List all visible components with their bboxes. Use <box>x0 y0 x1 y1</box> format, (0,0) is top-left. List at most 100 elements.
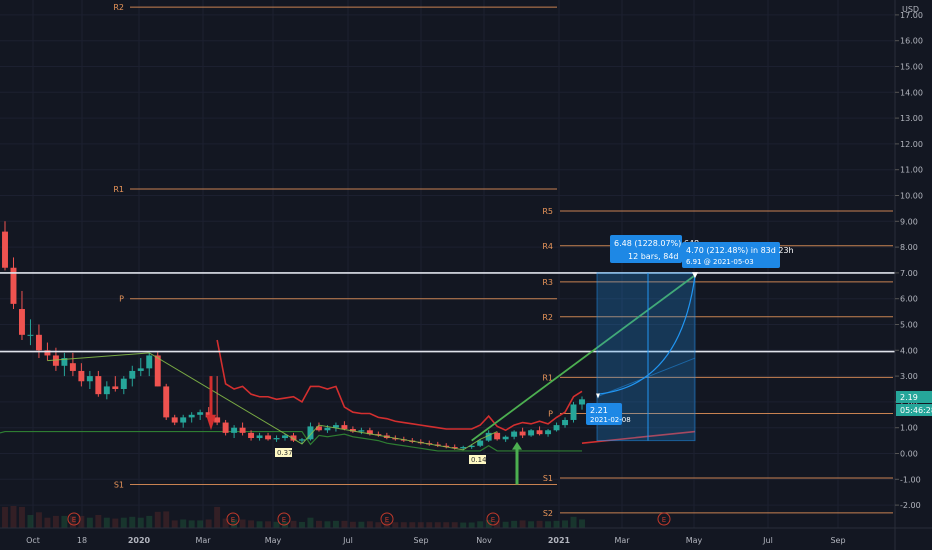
y-tick-label: 1.00 <box>900 424 918 433</box>
x-tick-label: Mar <box>195 536 211 545</box>
volume-bar <box>324 521 331 528</box>
volume-bar <box>129 516 136 528</box>
earnings-event-label: E <box>385 516 389 524</box>
chart-background <box>0 0 932 550</box>
volume-bar <box>375 522 382 528</box>
candle-body <box>146 355 153 369</box>
candle-body <box>256 435 263 439</box>
volume-bar <box>239 519 246 528</box>
y-tick-label: 16.00 <box>900 37 923 46</box>
price-note-value: 2.21 <box>590 406 608 415</box>
x-tick-label: Sep <box>830 536 845 545</box>
candle-body <box>103 386 110 395</box>
volume-bar <box>19 506 25 528</box>
pivot-label-right: R3 <box>542 278 553 287</box>
candle-body <box>154 355 161 387</box>
candle-body <box>494 432 501 440</box>
candle-body <box>171 417 178 423</box>
volume-bar <box>273 521 280 528</box>
projection-info-line2: 6.91 @ 2021-05-03 <box>686 258 754 266</box>
pivot-label-right: S2 <box>543 509 553 518</box>
volume-bar <box>400 522 407 528</box>
candle-body <box>19 309 25 335</box>
candle-body <box>273 438 280 440</box>
volume-bar <box>2 506 8 528</box>
volume-bar <box>417 522 424 528</box>
candle-body <box>511 431 518 437</box>
volume-bar <box>256 521 263 528</box>
low-label: 0.37 <box>277 449 293 457</box>
volume-bar <box>307 517 314 528</box>
volume-bar <box>103 517 110 528</box>
y-tick-label: 8.00 <box>900 243 918 252</box>
volume-bar <box>409 522 416 528</box>
volume-bar <box>52 515 59 528</box>
candle-body <box>214 417 221 423</box>
volume-bar <box>146 515 153 528</box>
earnings-event-label: E <box>72 516 76 524</box>
y-tick-label: 5.00 <box>900 321 918 330</box>
volume-bar <box>502 521 509 528</box>
candle-body <box>341 425 348 429</box>
volume-bar <box>112 518 119 528</box>
candle-body <box>528 430 535 436</box>
x-tick-label: Nov <box>476 536 492 545</box>
y-tick-label: 0.00 <box>900 450 918 459</box>
volume-bar <box>188 520 195 528</box>
x-tick-label: Jul <box>762 536 773 545</box>
candle-body <box>324 427 331 431</box>
volume-bar <box>579 519 585 528</box>
volume-bar <box>392 522 399 528</box>
earnings-event-label: E <box>282 516 286 524</box>
pivot-label-right: R5 <box>542 207 553 216</box>
y-tick-label: -2.00 <box>900 501 921 510</box>
x-tick-label: Sep <box>413 536 428 545</box>
candle-body <box>519 431 526 436</box>
volume-bar <box>511 520 518 528</box>
projection-info-line1: 4.70 (212.48%) in 83d 23h <box>686 246 794 255</box>
candle-body <box>239 427 246 433</box>
candle-body <box>112 386 119 389</box>
volume-bar <box>197 520 204 528</box>
pivot-label-right: P <box>548 410 553 419</box>
candle-body <box>579 399 585 405</box>
volume-bar <box>434 522 441 528</box>
y-tick-label: 3.00 <box>900 372 918 381</box>
volume-bar <box>299 521 305 528</box>
candle-body <box>222 422 229 433</box>
candle-body <box>502 436 509 440</box>
candle-body <box>35 334 42 351</box>
volume-bar <box>553 520 560 528</box>
volume-bar <box>426 522 433 528</box>
x-tick-label: 18 <box>77 536 87 545</box>
volume-bar <box>477 521 484 528</box>
candle-body <box>27 334 34 336</box>
chart-canvas[interactable]: R2R1PS1R5R4R3R2R1PS1S2 6.48 (1228.07%) 6… <box>0 0 932 550</box>
y-tick-label: 12.00 <box>900 140 923 149</box>
x-tick-label: Oct <box>26 536 40 545</box>
volume-bar <box>519 520 526 528</box>
y-tick-label: 13.00 <box>900 114 923 123</box>
y-tick-label: 10.00 <box>900 192 923 201</box>
volume-bar <box>332 520 339 528</box>
pivot-label-left: P <box>119 295 124 304</box>
volume-bar <box>290 520 297 528</box>
chart[interactable]: R2 R1 P S1 R5 R4 R3 R2 R1 P S1 S2 6.48 (1228.07%) 6… <box>0 0 932 550</box>
candle-body <box>180 417 187 423</box>
volume-bar <box>460 522 467 528</box>
candle-body <box>69 363 76 371</box>
candle-body <box>231 427 238 433</box>
y-tick-label: 4.00 <box>900 346 918 355</box>
volume-bar <box>366 521 373 528</box>
volume-bar <box>349 521 356 528</box>
candle-body <box>299 439 305 441</box>
candle-body <box>78 370 85 382</box>
candle-body <box>86 376 93 382</box>
x-tick-label: May <box>686 536 703 545</box>
volume-bar <box>265 521 272 528</box>
volume-bar <box>222 518 229 528</box>
candle-body <box>188 414 195 418</box>
candle-body <box>562 419 568 426</box>
candle-body <box>553 425 560 431</box>
pivot-label-left: S1 <box>114 480 124 489</box>
